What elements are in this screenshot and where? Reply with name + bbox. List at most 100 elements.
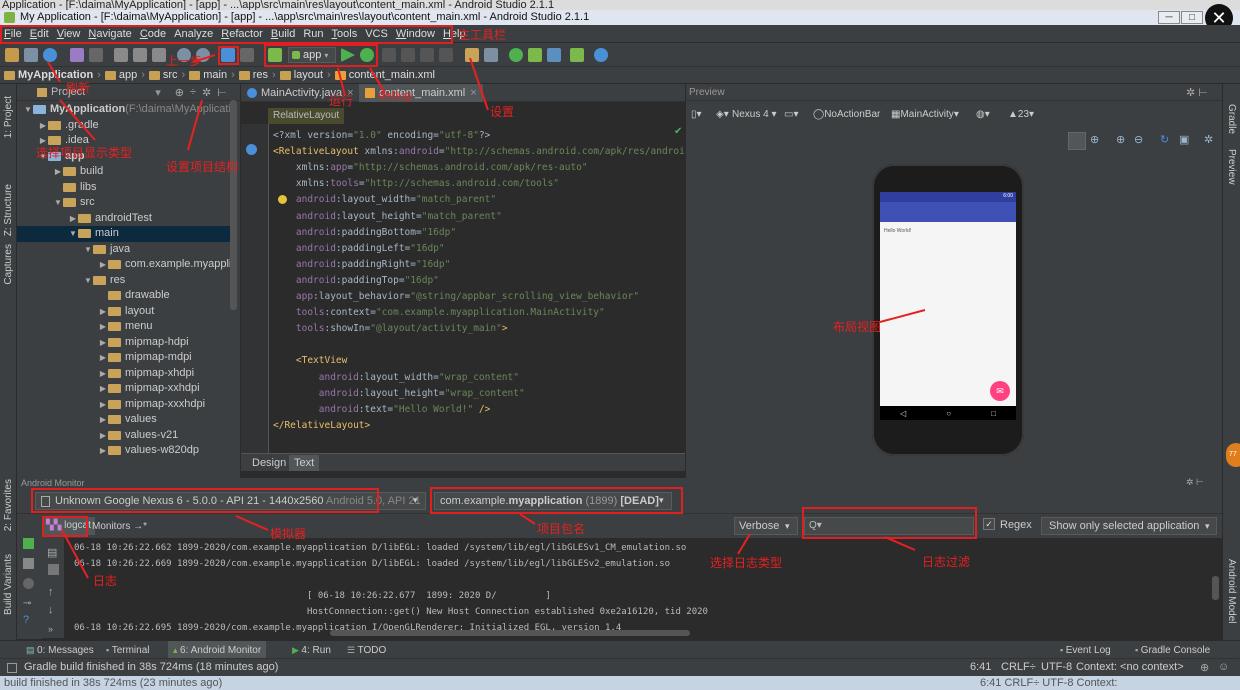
refresh-icon[interactable]: ↻ [1160,133,1169,146]
code-line[interactable]: android:layout_width="wrap_content" [273,370,519,386]
tree-item[interactable]: ▼ res [17,273,125,289]
help-icon[interactable] [594,48,608,62]
hide-icon[interactable]: ⊢ [217,86,227,99]
tab-monitors[interactable]: Monitors →* [92,521,147,532]
log-line[interactable]: HostConnection::get() New Host Connectio… [74,604,708,620]
attach-debugger-icon[interactable] [382,48,396,62]
save-icon[interactable] [24,48,38,62]
code-line[interactable]: android:text="Hello World!" /> [273,402,491,418]
logcat-scrollbar[interactable] [330,630,690,636]
code-line[interactable]: android:layout_height="match_parent" [273,209,502,225]
code-line[interactable]: android:layout_height="wrap_content" [273,386,525,402]
project-scrollbar[interactable] [230,100,237,310]
tree-item[interactable]: ▼ java [17,242,130,258]
activity-select[interactable]: ▦MainActivity▾ [891,106,959,124]
maximize-button[interactable]: □ [1181,11,1203,24]
mail-icon[interactable]: ✉ [990,381,1010,401]
tree-item[interactable]: ▶ mipmap-hdpi [17,335,189,351]
code-line[interactable]: android:paddingTop="16dp" [273,273,439,289]
tab-build-variants[interactable]: Build Variants [3,554,14,615]
gear-icon[interactable]: ✲ [202,86,211,99]
rerun-icon[interactable] [420,48,434,62]
sdk-manager-icon[interactable] [547,48,561,62]
chevron-down-icon[interactable]: ▾ [1205,521,1210,532]
up-icon[interactable]: ↑ [48,586,54,598]
copy-icon[interactable] [133,48,147,62]
tab-gradle[interactable]: Gradle [1226,104,1237,134]
expanded-icon[interactable]: ▼ [68,226,78,242]
tab-messages[interactable]: ▤ 0: Messages [26,641,94,659]
collapsed-icon[interactable]: ▶ [98,381,108,397]
tree-item[interactable]: ▶ values-w820dp [17,443,199,459]
tab-android-model[interactable]: Android Model [1226,559,1237,623]
close-icon[interactable]: × [470,84,476,102]
collapsed-icon[interactable]: ▶ [98,428,108,444]
apply-changes-icon[interactable] [401,48,415,62]
code-line[interactable]: android:paddingLeft="16dp" [273,241,445,257]
breadcrumb-item[interactable]: main › [185,69,235,81]
event-icon[interactable]: ☺ [1218,661,1229,673]
zoom-fit-icon[interactable] [1068,132,1086,150]
log-line[interactable]: 06-18 10:26:22.669 1899-2020/com.example… [74,556,670,572]
tab-terminal[interactable]: ▪ Terminal [106,641,150,659]
pin-icon[interactable]: ⊸ [23,598,31,609]
collapsed-icon[interactable]: ▶ [98,350,108,366]
tree-item[interactable]: ▶ layout [17,304,154,320]
tree-item[interactable]: drawable [17,288,170,304]
redo-icon[interactable] [89,48,103,62]
tree-item[interactable]: ▼ MyApplication (F:\daima\MyApplication) [17,102,230,118]
tab-captures[interactable]: Captures [3,244,14,285]
tab-favorites[interactable]: 2: Favorites [3,479,14,531]
code-line[interactable]: <RelativeLayout xmlns:android="http://sc… [273,144,696,160]
log-line[interactable]: 06-18 10:26:22.662 1899-2020/com.example… [74,540,686,556]
avd-manager-icon[interactable] [509,48,523,62]
collapsed-icon[interactable]: ▶ [38,118,48,134]
tree-item[interactable]: ▶ values-v21 [17,428,178,444]
cut-icon[interactable] [114,48,128,62]
scroll-to-end-icon[interactable] [48,564,59,575]
sync-gradle-icon[interactable] [528,48,542,62]
tab-design[interactable]: Design [247,455,291,471]
tab-preview[interactable]: Preview [1226,149,1237,185]
logcat-vscrollbar[interactable] [1212,576,1219,600]
expanded-icon[interactable]: ▼ [23,102,33,118]
collapsed-icon[interactable]: ▶ [68,211,78,227]
collapsed-icon[interactable]: ▶ [98,319,108,335]
log-filter-select[interactable]: Show only selected application [1041,517,1217,535]
collapsed-icon[interactable]: ▶ [53,164,63,180]
tree-item[interactable]: ▼ main [17,226,230,242]
code-line[interactable]: xmlns:tools="http://schemas.android.com/… [273,176,559,192]
collapse-icon[interactable]: ÷ [190,86,196,98]
expanded-icon[interactable]: ▼ [83,242,93,258]
hello-text[interactable]: Hello World! [884,228,911,234]
tree-item[interactable]: ▶ mipmap-mdpi [17,350,192,366]
open-folder-icon[interactable] [5,48,19,62]
minimize-button[interactable]: ─ [1158,11,1180,24]
code-line[interactable]: android:layout_width="match_parent" [273,192,496,208]
tree-item[interactable]: ▶ mipmap-xhdpi [17,366,194,382]
line-separator[interactable]: CRLF÷ [1001,661,1036,673]
expanded-icon[interactable]: ▼ [53,195,63,211]
sync-icon[interactable] [43,48,57,62]
gear-icon[interactable]: ✲ ⊢ [1186,477,1204,488]
log-line[interactable]: [ 06-18 10:26:22.677 1899: 2020 D/ ] [74,588,551,604]
tab-project[interactable]: 1: Project [3,96,14,138]
layout-preview-screen[interactable] [880,192,1016,406]
chevron-down-icon[interactable]: ▾ [413,495,418,506]
code-line[interactable]: <?xml version="1.0" encoding="utf-8"?> [273,128,490,144]
collapsed-icon[interactable]: ▶ [98,412,108,428]
code-line[interactable]: android:paddingBottom="16dp" [273,225,456,241]
screen-size-icon[interactable]: ▭▾ [784,106,798,124]
code-line[interactable]: tools:showIn="@layout/activity_main"> [273,321,508,337]
forward-icon[interactable] [240,48,254,62]
collapsed-icon[interactable]: ▶ [98,304,108,320]
tab-run[interactable]: ▶ 4: Run [292,641,331,659]
run-icon[interactable] [23,538,34,549]
code-line[interactable]: xmlns:app="http://schemas.android.com/ap… [273,160,588,176]
breadcrumb-item[interactable]: app › [101,69,145,81]
stop-icon[interactable] [439,48,453,62]
collapsed-icon[interactable]: ▶ [98,257,108,273]
zoom-actual-icon[interactable]: ⊕ [1090,133,1099,146]
tab-android-monitor[interactable]: ▴ 6: Android Monitor [168,641,267,659]
screenshot-icon[interactable]: ▣ [1179,133,1189,146]
